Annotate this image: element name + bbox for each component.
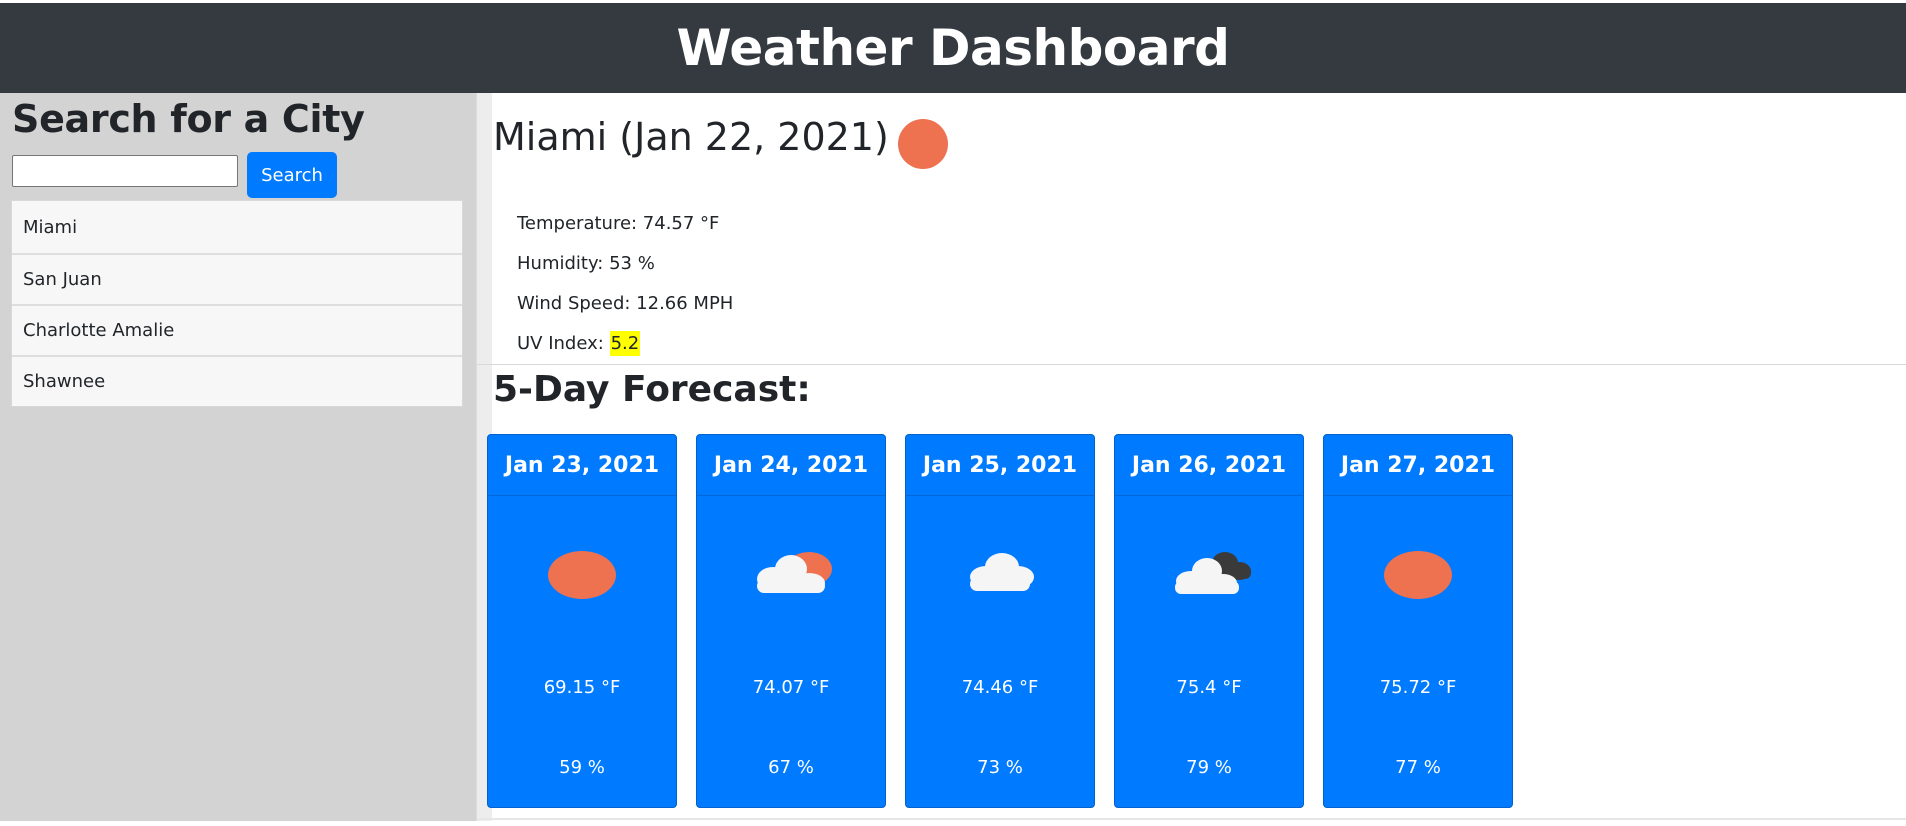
city-history-list: Miami San Juan Charlotte Amalie Shawnee <box>11 200 463 407</box>
page-title: Weather Dashboard <box>676 19 1230 77</box>
uv-label: UV Index: <box>517 333 610 354</box>
city-history-item[interactable]: Miami <box>12 201 462 253</box>
forecast-humidity: 77 % <box>1395 757 1441 778</box>
forecast-temperature: 75.4 °F <box>1176 677 1242 698</box>
current-wind-speed: Wind Speed: 12.66 MPH <box>517 293 734 314</box>
forecast-card: Jan 24, 2021 74.07 °F 67 % <box>696 434 886 808</box>
forecast-temperature: 74.07 °F <box>752 677 830 698</box>
forecast-card: Jan 25, 2021 74.46 °F 73 % <box>905 434 1095 808</box>
forecast-date: Jan 24, 2021 <box>697 435 885 496</box>
city-history-item[interactable]: Charlotte Amalie <box>12 304 462 355</box>
current-city-title: Miami (Jan 22, 2021) <box>493 115 889 159</box>
sun-icon <box>1384 551 1452 599</box>
forecast-temperature: 75.72 °F <box>1379 677 1457 698</box>
current-uv-index: UV Index: 5.2 <box>517 331 641 356</box>
forecast-humidity: 79 % <box>1186 757 1232 778</box>
forecast-humidity: 59 % <box>559 757 605 778</box>
sidebar-title: Search for a City <box>12 97 365 141</box>
uv-value-badge: 5.2 <box>609 331 641 356</box>
forecast-humidity: 67 % <box>768 757 814 778</box>
forecast-date: Jan 25, 2021 <box>906 435 1094 496</box>
app-header: Weather Dashboard <box>0 3 1906 93</box>
forecast-card: Jan 26, 2021 75.4 °F 79 % <box>1114 434 1304 808</box>
current-humidity: Humidity: 53 % <box>517 253 655 274</box>
broken-clouds-icon <box>1175 552 1251 594</box>
forecast-title: 5-Day Forecast: <box>493 369 811 410</box>
few-clouds-icon <box>757 552 832 593</box>
forecast-temperature: 69.15 °F <box>543 677 621 698</box>
sun-icon <box>548 551 616 599</box>
city-search-input[interactable] <box>12 155 238 187</box>
city-history-item[interactable]: San Juan <box>12 253 462 304</box>
sidebar: Search for a City Search Miami San Juan … <box>0 93 477 821</box>
main-panel: Miami (Jan 22, 2021) Temperature: 74.57 … <box>477 93 1906 821</box>
current-temperature: Temperature: 74.57 °F <box>517 213 720 234</box>
forecast-card: Jan 27, 2021 75.72 °F 77 % <box>1323 434 1513 808</box>
forecast-temperature: 74.46 °F <box>961 677 1039 698</box>
search-button[interactable]: Search <box>247 152 337 198</box>
forecast-date: Jan 26, 2021 <box>1115 435 1303 496</box>
forecast-humidity: 73 % <box>977 757 1023 778</box>
city-history-item[interactable]: Shawnee <box>12 355 462 406</box>
bottom-border <box>477 818 1906 820</box>
sun-icon <box>898 119 948 169</box>
forecast-date: Jan 23, 2021 <box>488 435 676 496</box>
cloud-icon <box>970 553 1034 591</box>
forecast-card: Jan 23, 2021 69.15 °F 59 % <box>487 434 677 808</box>
section-divider <box>477 364 1906 365</box>
forecast-date: Jan 27, 2021 <box>1324 435 1512 496</box>
